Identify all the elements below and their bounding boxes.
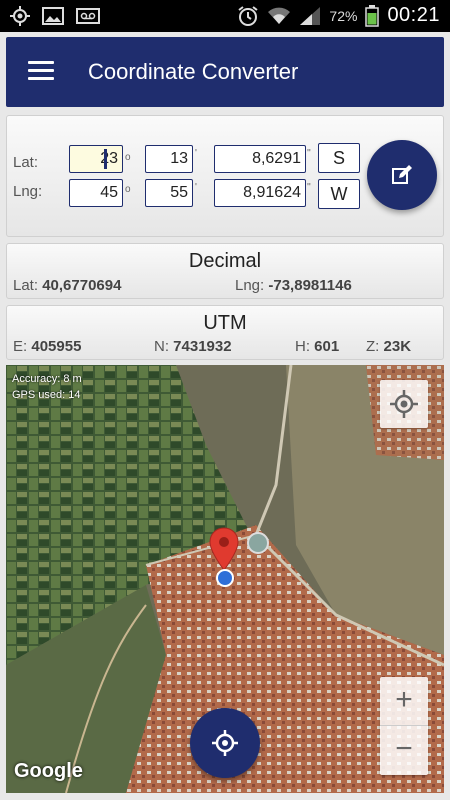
lng-minutes-field[interactable]: 55 bbox=[145, 179, 193, 207]
lng-seconds-unit: '' bbox=[307, 182, 311, 193]
utm-zone-value: 23K bbox=[383, 338, 412, 355]
lat-seconds-field[interactable]: 8,6291 bbox=[214, 145, 306, 173]
decimal-card: Decimal Lat: 40,6770694 Lng: -73,8981146 bbox=[6, 243, 444, 299]
utm-card: UTM E: 405955 N: 7431932 H: 601 Z: 23K bbox=[6, 305, 444, 360]
decimal-lat-value: 40,6770694 bbox=[42, 277, 122, 294]
text-cursor bbox=[104, 149, 107, 169]
lat-label: Lat: bbox=[13, 154, 39, 171]
app-bar: Coordinate Converter bbox=[6, 37, 444, 107]
lng-degrees-field[interactable]: 45 bbox=[69, 179, 123, 207]
decimal-lng-value: -73,8981146 bbox=[268, 277, 352, 294]
gps-icon bbox=[10, 6, 30, 26]
utm-easting: E: 405955 bbox=[13, 338, 82, 355]
lat-degrees-field[interactable]: 23 bbox=[69, 145, 123, 173]
battery-percent: 72% bbox=[329, 7, 358, 24]
utm-northing-value: 7431932 bbox=[173, 338, 232, 355]
utm-height-value: 601 bbox=[314, 338, 340, 355]
utm-height: H: 601 bbox=[295, 338, 340, 355]
utm-zone: Z: 23K bbox=[366, 338, 412, 355]
signal-icon bbox=[300, 6, 321, 25]
google-logo: Google bbox=[14, 760, 83, 782]
wifi-icon bbox=[268, 7, 291, 24]
my-location-icon bbox=[390, 390, 418, 418]
decimal-lat: Lat: 40,6770694 bbox=[13, 277, 122, 294]
notification-icons bbox=[10, 6, 100, 26]
gps-accuracy: Accuracy: 8 m bbox=[12, 373, 82, 385]
lat-minutes-field[interactable]: 13 bbox=[145, 145, 193, 173]
decimal-title: Decimal bbox=[188, 250, 262, 272]
utm-northing: N: 7431932 bbox=[154, 338, 232, 355]
app-title: Coordinate Converter bbox=[88, 59, 299, 84]
status-bar: 72% 00:21 bbox=[0, 0, 450, 32]
lng-degrees-unit: o bbox=[125, 184, 131, 195]
current-location-dot bbox=[216, 569, 234, 587]
gps-fixed-icon bbox=[212, 730, 238, 756]
voicemail-icon bbox=[76, 8, 100, 24]
locate-fab-button[interactable] bbox=[190, 708, 260, 778]
lat-degrees-unit: o bbox=[125, 152, 131, 163]
my-location-button[interactable] bbox=[380, 380, 428, 428]
edit-icon bbox=[392, 165, 412, 184]
lat-minutes-unit: ' bbox=[195, 148, 197, 159]
map-pin-icon bbox=[209, 527, 239, 571]
zoom-out-button[interactable]: − bbox=[380, 726, 428, 775]
edit-button[interactable] bbox=[367, 140, 437, 210]
battery-icon bbox=[365, 4, 380, 27]
lng-label: Lng: bbox=[13, 183, 43, 200]
lng-direction-button[interactable]: W bbox=[318, 179, 360, 209]
decimal-lng: Lng: -73,8981146 bbox=[235, 277, 352, 294]
hamburger-menu-icon[interactable] bbox=[28, 61, 54, 81]
clock: 00:21 bbox=[387, 4, 440, 26]
utm-title: UTM bbox=[203, 312, 247, 334]
zoom-controls: + − bbox=[380, 677, 428, 775]
image-icon bbox=[42, 7, 64, 25]
lat-seconds-unit: '' bbox=[307, 148, 311, 159]
zoom-in-button[interactable]: + bbox=[380, 677, 428, 726]
lng-minutes-unit: ' bbox=[195, 182, 197, 193]
lat-direction-button[interactable]: S bbox=[318, 143, 360, 173]
gps-satellites-used: GPS used: 14 bbox=[12, 389, 81, 401]
system-icons: 72% 00:21 bbox=[237, 4, 440, 27]
satellite-map[interactable]: Accuracy: 8 m GPS used: 14 + − Google bbox=[6, 365, 444, 793]
alarm-icon bbox=[238, 5, 259, 26]
utm-easting-value: 405955 bbox=[31, 338, 82, 355]
lng-seconds-field[interactable]: 8,91624 bbox=[214, 179, 306, 207]
